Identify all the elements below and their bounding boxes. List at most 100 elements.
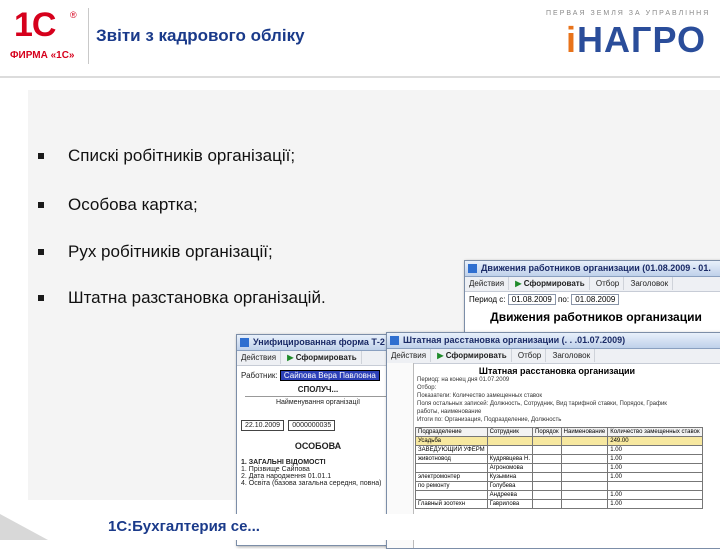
column-header: Количество замещенных ставок (607, 427, 703, 437)
table-cell (560, 490, 609, 500)
card-field-row: 1. Прізвище Сайпова (241, 466, 395, 473)
table-row[interactable]: электромонтер Кузьмина 1.00 (415, 472, 703, 482)
footer-decoration (0, 514, 48, 540)
caption-rule (245, 396, 391, 397)
card-subcaption: Найменування організації (275, 399, 361, 406)
table-cell (560, 445, 609, 455)
field-label: 1. Прізвище (241, 466, 280, 473)
bullet-marker (38, 202, 44, 208)
actions-menu-button[interactable]: Действия (237, 351, 282, 364)
period-to-label: по: (558, 295, 570, 304)
brand-name: іНАГРО (546, 19, 706, 61)
table-cell: 1.00 (607, 463, 703, 473)
slide-header: 1С ® ФИРМА «1С» Звіти з кадрового обліку… (0, 0, 720, 78)
report-meta-line: работы, наименование (417, 409, 482, 415)
generate-button[interactable]: ▶ Сформировать (433, 349, 512, 362)
brand-tagline: ПЕРВАЯ ЗЕМЛЯ ЗА УПРАВЛІННЯ (546, 10, 711, 17)
period-row: Период с: 01.08.2009 по: 01.08.2009 (465, 292, 720, 307)
bullet-item: Спискі робітників організації; (38, 146, 638, 170)
generate-button[interactable]: ▶ Сформировать (283, 351, 362, 364)
window-toolbar: Действия ▶ Сформировать (237, 351, 399, 366)
report-meta-line: Поля остальных записей: Должность, Сотру… (417, 401, 667, 407)
card-field-row: 2. Дата народження 01.01.1 (241, 473, 395, 480)
table-cell (560, 463, 609, 473)
actions-menu-button[interactable]: Действия (387, 349, 432, 362)
period-to-input[interactable]: 01.08.2009 (571, 294, 620, 305)
table-cell: Голубева (486, 481, 534, 491)
table-cell: Агрономова (486, 463, 534, 473)
card-body: Работник: Сайпова Вера Павловна СПОЛУЧ..… (237, 366, 399, 489)
table-row[interactable]: по ремонту Голубева (415, 481, 703, 491)
report-title: Движения работников организации (490, 310, 702, 324)
table-cell (532, 499, 562, 509)
generate-button-label: Сформировать (295, 353, 357, 362)
table-row[interactable]: Главный зоотехн Гаврилова 1.00 (415, 499, 703, 509)
table-cell: электромонтер (415, 472, 488, 482)
movement-report-window[interactable]: Движения работников организации (01.08.2… (464, 260, 720, 342)
window-titlebar[interactable]: Штатная расстановка организации (. . .01… (387, 333, 720, 349)
staffing-table: Подразделение Сотрудник Порядок Наименов… (415, 427, 703, 509)
table-cell: Главный зоотехн (415, 499, 488, 509)
header-button[interactable]: Заголовок (548, 349, 596, 362)
table-cell (415, 490, 488, 500)
actions-menu-button[interactable]: Действия (465, 277, 510, 290)
slide-footer: 1С:Бухгалтерия се... (0, 514, 720, 540)
table-row[interactable]: Андреева 1.00 (415, 490, 703, 500)
report-meta-line: Отбор: (417, 385, 437, 391)
table-cell: Кудрявцева Н. (486, 454, 534, 464)
table-cell (560, 454, 609, 464)
bullet-marker (38, 249, 44, 255)
table-header-row: Подразделение Сотрудник Порядок Наименов… (415, 427, 703, 437)
table-cell (607, 481, 703, 491)
table-row[interactable]: животновод Кудрявцева Н. 1.00 (415, 454, 703, 464)
table-row[interactable]: Агрономова 1.00 (415, 463, 703, 473)
period-from-input[interactable]: 01.08.2009 (507, 294, 556, 305)
card-number-row: 22.10.2009 0000000035 (241, 420, 395, 431)
window-toolbar: Действия ▶ Сформировать Отбор Заголовок (465, 277, 720, 292)
column-header: Сотрудник (486, 427, 534, 437)
date-cell: 22.10.2009 (241, 420, 285, 431)
slide-title: Звіти з кадрового обліку (96, 26, 305, 45)
table-cell (415, 463, 488, 473)
column-header: Наименование (560, 427, 609, 437)
card-section-title: 1. ЗАГАЛЬНІ ВІДОМОСТІ (241, 459, 326, 466)
window-titlebar[interactable]: Унифицированная форма Т-2 (237, 335, 399, 351)
table-cell: 1.00 (607, 445, 703, 455)
window-app-icon (468, 264, 477, 273)
card-field-row: 4. Освіта (базова загальна середня, повн… (241, 480, 382, 487)
filter-button[interactable]: Отбор (514, 349, 547, 362)
employee-field[interactable]: Сайпова Вера Павловна (279, 370, 380, 381)
brand-name-i: і (566, 19, 578, 60)
field-value: 01.01.1 (307, 473, 332, 480)
table-cell (560, 499, 609, 509)
window-titlebar[interactable]: Движения работников организации (01.08.2… (465, 261, 720, 277)
table-cell (532, 472, 562, 482)
table-cell: 1.00 (607, 499, 703, 509)
footer-text: 1С:Бухгалтерия се... (108, 518, 260, 535)
table-cell: 1.00 (607, 490, 703, 500)
logo-text: 1С (14, 6, 56, 44)
employee-row: Работник: Сайпова Вера Павловна (241, 370, 395, 381)
bullet-marker (38, 295, 44, 301)
filter-button[interactable]: Отбор (592, 277, 625, 290)
window-title: Штатная расстановка организации (. . .01… (403, 335, 626, 345)
bullet-text: Особова картка; (68, 195, 198, 214)
inagro-logo: ПЕРВАЯ ЗЕМЛЯ ЗА УПРАВЛІННЯ іНАГРО (546, 10, 711, 70)
generate-button-label: Сформировать (523, 279, 585, 288)
play-icon: ▶ (287, 353, 294, 362)
window-app-icon (240, 338, 249, 347)
table-cell (486, 445, 534, 455)
report-meta-line: Итоги по: Организация, Подразделение, До… (417, 417, 562, 423)
table-cell (532, 436, 562, 446)
table-row[interactable]: ЗАВЕДУЮЩИЙ УФЕРМ 1.00 (415, 445, 703, 455)
bullet-text: Штатна разстановка організацій. (68, 288, 326, 307)
table-row[interactable]: Усадьба 249.00 (415, 436, 703, 446)
bullet-marker (38, 153, 44, 159)
logo-registered-mark: ® (70, 10, 77, 20)
play-icon: ▶ (437, 351, 444, 360)
number-cell: 0000000035 (288, 420, 336, 431)
header-button[interactable]: Заголовок (626, 277, 674, 290)
table-cell: ЗАВЕДУЮЩИЙ УФЕРМ (415, 445, 488, 455)
table-cell: Усадьба (415, 436, 488, 446)
generate-button[interactable]: ▶ Сформировать (511, 277, 590, 290)
